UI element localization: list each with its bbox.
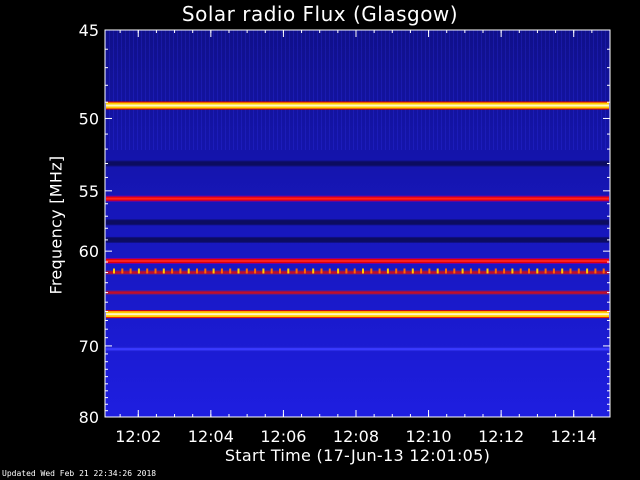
burst-mark xyxy=(303,268,306,274)
band-core xyxy=(106,348,609,351)
burst-mark xyxy=(320,268,323,274)
band-core xyxy=(106,259,609,262)
chart-title: Solar radio Flux (Glasgow) xyxy=(181,2,459,26)
y-tick-label: 55 xyxy=(79,182,99,201)
band-core xyxy=(106,291,609,294)
burst-mark xyxy=(121,268,124,274)
burst-mark xyxy=(146,268,149,274)
x-tick-label: 12:02 xyxy=(115,427,161,446)
band-core xyxy=(106,271,609,274)
burst-mark xyxy=(154,268,157,274)
burst-mark xyxy=(445,268,447,274)
burst-mark xyxy=(519,268,522,274)
burst-mark xyxy=(328,268,331,274)
burst-mark xyxy=(428,268,431,274)
burst-mark xyxy=(179,268,182,274)
burst-mark xyxy=(403,268,406,274)
y-tick-label: 80 xyxy=(79,408,99,427)
burst-mark xyxy=(461,268,464,274)
y-tick-label: 60 xyxy=(79,242,99,261)
x-tick-label: 12:12 xyxy=(478,427,524,446)
burst-mark xyxy=(254,268,257,274)
band-core xyxy=(106,221,609,224)
burst-mark xyxy=(196,268,198,274)
burst-mark xyxy=(503,268,506,274)
x-tick-label: 12:04 xyxy=(188,427,234,446)
burst-mark xyxy=(337,268,340,274)
burst-mark xyxy=(113,268,115,274)
burst-mark xyxy=(386,268,389,274)
burst-mark xyxy=(212,268,215,274)
burst-mark xyxy=(395,268,398,274)
burst-mark xyxy=(345,268,348,274)
burst-mark xyxy=(187,268,190,274)
burst-mark xyxy=(129,268,132,274)
burst-mark xyxy=(171,268,174,274)
burst-mark xyxy=(536,268,539,274)
y-tick-label: 50 xyxy=(79,109,99,128)
burst-mark xyxy=(478,268,481,274)
burst-mark xyxy=(287,268,290,274)
burst-mark xyxy=(411,268,414,274)
burst-mark xyxy=(569,268,572,274)
band-core xyxy=(106,238,609,241)
burst-mark xyxy=(552,268,555,274)
burst-mark xyxy=(453,268,456,274)
burst-mark xyxy=(378,268,381,274)
band-core xyxy=(106,313,609,316)
burst-mark xyxy=(494,268,497,274)
burst-mark xyxy=(561,268,564,274)
burst-mark xyxy=(586,268,589,274)
x-axis-label: Start Time (17-Jun-13 12:01:05) xyxy=(224,446,491,465)
burst-mark xyxy=(469,268,472,274)
burst-mark xyxy=(279,268,281,274)
y-axis-label: Frequency [MHz] xyxy=(46,155,66,295)
x-tick-label: 12:08 xyxy=(333,427,379,446)
burst-mark xyxy=(204,268,207,274)
band-core xyxy=(106,104,609,107)
burst-mark xyxy=(220,268,223,274)
burst-mark xyxy=(370,268,373,274)
burst-mark xyxy=(312,268,315,274)
burst-mark xyxy=(162,268,165,274)
burst-mark xyxy=(420,268,423,274)
x-tick-label: 12:06 xyxy=(260,427,306,446)
burst-mark xyxy=(245,268,248,274)
burst-mark xyxy=(602,268,605,274)
burst-mark xyxy=(577,268,580,274)
burst-mark xyxy=(436,268,439,274)
burst-mark xyxy=(544,268,547,274)
burst-mark xyxy=(262,268,265,274)
chart-frame: 455055607080 12:02 12:04 12:06 12:08 12:10 12… xyxy=(79,21,611,446)
burst-mark xyxy=(237,268,240,274)
burst-mark xyxy=(528,268,530,274)
burst-mark xyxy=(137,268,140,274)
x-tick-label: 12:10 xyxy=(406,427,452,446)
burst-mark xyxy=(229,268,232,274)
band-core xyxy=(106,197,609,200)
burst-mark xyxy=(362,268,364,274)
burst-mark xyxy=(486,268,489,274)
band-core xyxy=(106,162,609,165)
burst-mark xyxy=(594,268,597,274)
spectrogram-texture xyxy=(105,30,610,150)
x-tick-label: 12:14 xyxy=(551,427,597,446)
spectrogram-plot xyxy=(104,29,611,418)
burst-mark xyxy=(270,268,273,274)
update-timestamp: Updated Wed Feb 21 22:34:26 2018 xyxy=(2,469,157,478)
y-tick-label: 70 xyxy=(79,337,99,356)
burst-mark xyxy=(295,268,298,274)
burst-mark xyxy=(353,268,356,274)
burst-mark xyxy=(511,268,514,274)
